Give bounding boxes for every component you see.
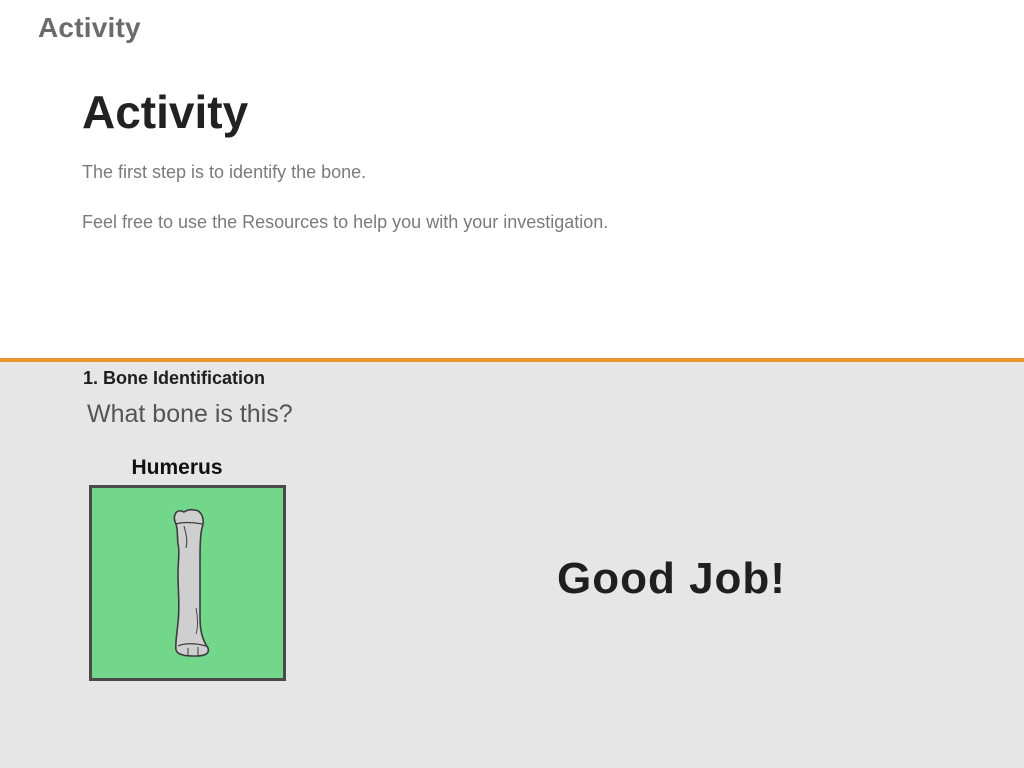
answer-tile-humerus[interactable] [89,485,286,681]
question-panel: 1. Bone Identification What bone is this… [0,358,1024,768]
answer-label: Humerus [131,456,223,479]
bone-icon [92,488,283,678]
intro-section: Activity The first step is to identify t… [82,84,982,232]
feedback-message: Good Job! [557,554,786,603]
app-title: Activity [38,12,141,43]
intro-paragraph: Feel free to use the Resources to help y… [82,212,609,232]
intro-paragraph: The first step is to identify the bone. [82,162,367,182]
question-prompt: What bone is this? [87,400,293,428]
question-header: 1. Bone Identification [83,368,266,388]
page-title: Activity [82,86,249,138]
